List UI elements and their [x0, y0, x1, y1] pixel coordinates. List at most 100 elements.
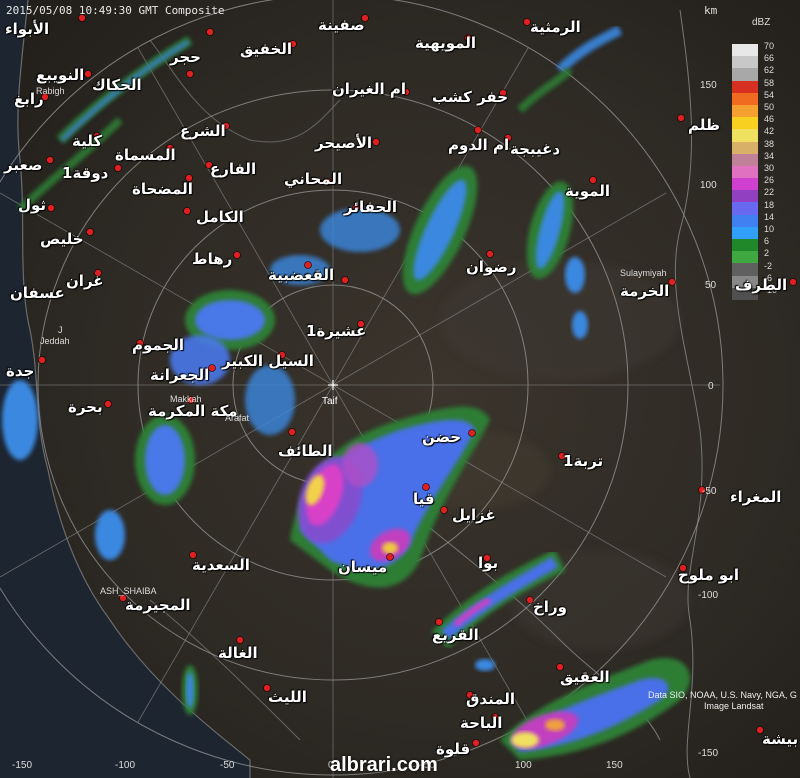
small-label-sulaymiyah: Sulaymiyah	[620, 268, 667, 278]
city-label-turaba: تربة1	[563, 452, 604, 470]
city-label-abu-malluh: ابو ملوح	[678, 566, 740, 584]
city-label-jeddah: جدة	[6, 362, 35, 380]
legend-level-label: 42	[764, 126, 775, 137]
city-label-khurma: الخرمة	[620, 282, 670, 300]
x-tick: 100	[515, 760, 532, 771]
city-label-qadhiba: القعضبية	[268, 266, 335, 284]
city-label-zalim: ظلم	[688, 116, 721, 134]
small-label-arafat: Arafat	[225, 413, 250, 423]
city-label-asyhar: الأصيحر	[315, 134, 373, 152]
legend-level-label: 54	[764, 89, 775, 100]
legend-level-label: 26	[764, 175, 775, 186]
legend-swatch	[732, 56, 758, 69]
legend-swatch	[732, 165, 758, 179]
data-credit: Data SIO, NOAA, U.S. Navy, NGA, G Image …	[648, 690, 798, 712]
city-label-ghala: الغالة	[218, 644, 258, 662]
legend-level-label: 30	[764, 163, 775, 173]
x-tick: -150	[12, 760, 33, 771]
city-label-dawqa: دوقة1	[62, 164, 109, 182]
legend-swatch	[732, 226, 758, 239]
city-label-rumaythiya: الرمثية	[530, 18, 581, 36]
city-label-fari: الفارع	[210, 160, 257, 178]
legend-level-label: 38	[764, 138, 775, 149]
legend-level-label: 14	[764, 211, 775, 222]
legend-swatch	[732, 92, 758, 105]
city-label-hafr-kashab: حفر كشب	[432, 88, 509, 106]
city-label-umm-ghiran: ام الغيران	[332, 80, 406, 98]
city-label-baha: الباحة	[460, 714, 503, 732]
legend-level-label: 70	[764, 41, 775, 51]
city-label-mandaq: المندق	[466, 690, 516, 708]
city-label-hakak: الحكاك	[92, 76, 142, 94]
legend-swatch	[732, 141, 758, 154]
city-label-sayl: السيل الكبير	[222, 352, 314, 370]
city-label-taif: الطائف	[278, 442, 333, 460]
y-tick: -150	[698, 748, 719, 759]
legend-level-label: 34	[764, 150, 775, 161]
city-label-umm-dum: ام الدوم	[448, 136, 510, 154]
city-label-hafair: الحفائر	[344, 198, 397, 216]
city-label-saabar: صعبر	[4, 156, 43, 174]
legend-swatch	[732, 44, 758, 57]
city-label-muwayhiya: المويهية	[415, 34, 476, 52]
city-label-lith: الليث	[268, 688, 307, 706]
city-label-hadn: حضن	[422, 428, 462, 446]
legend-swatch	[732, 190, 758, 203]
city-label-kulayya: كلية	[72, 132, 103, 150]
legend-level-label: 66	[764, 53, 775, 64]
city-label-dughaybija: دغيبجة	[510, 140, 561, 158]
city-label-khulays: خليص	[40, 230, 84, 248]
city-label-wirakh: وراخ	[533, 598, 567, 616]
y-tick: -50	[702, 486, 717, 497]
city-label-ushayra: عشيرة1	[306, 322, 367, 340]
city-label-ghran: غران	[66, 272, 104, 290]
timestamp-header: 2015/05/08 10:49:30 GMT Composite	[6, 4, 225, 17]
city-label-musamma: المسماة	[115, 146, 176, 164]
legend-swatch	[732, 153, 758, 166]
city-label-khufayq: الخفيق	[240, 40, 293, 58]
legend-level-label: 50	[764, 102, 775, 112]
city-label-hajar: حجر	[170, 48, 201, 66]
city-label-bawa: بوا	[478, 554, 499, 572]
legend-swatch	[732, 80, 758, 93]
city-label-kamil: الكامل	[196, 208, 244, 226]
legend-swatch	[732, 104, 758, 118]
legend-swatch	[732, 129, 758, 142]
city-label-abwa: الأبواء	[5, 20, 50, 38]
radar-base-map	[0, 0, 800, 778]
y-tick: 0	[708, 381, 714, 392]
city-label-saadiya: السعدية	[192, 556, 250, 574]
watermark: albrari.com	[330, 754, 438, 776]
dbz-legend	[732, 44, 758, 300]
small-label-jeddah: Jeddah	[40, 336, 70, 346]
x-tick: -100	[115, 760, 136, 771]
legend-swatch	[732, 202, 758, 215]
city-label-usfan: عسفان	[10, 284, 65, 302]
city-label-muwayh: الموية	[565, 182, 610, 200]
city-label-bahra: بحرة	[68, 398, 103, 416]
city-label-mujayrima: المجيرمة	[125, 596, 191, 614]
legend-swatch	[732, 214, 758, 227]
legend-swatch	[732, 68, 758, 81]
radar-map: { "header": {"timestamp": "2015/05/08 10…	[0, 0, 800, 778]
legend-level-label: 2	[764, 248, 770, 259]
y-tick: -100	[698, 590, 719, 601]
small-label-rabigh: Rabigh	[36, 86, 65, 96]
legend-swatch	[732, 117, 758, 130]
city-label-ghazayil: غزايل	[452, 506, 496, 524]
city-label-thuwal: ثول	[18, 196, 47, 214]
city-label-jumum: الجموم	[132, 336, 185, 354]
x-tick: 150	[606, 760, 623, 771]
city-label-shara: الشرع	[180, 122, 226, 140]
city-label-mudhaha: المضحاة	[132, 180, 193, 198]
legend-level-label: 62	[764, 65, 775, 76]
small-label-shaiba: ASH_SHAIBA	[100, 586, 157, 596]
legend-swatch	[732, 239, 758, 252]
unit-label: km	[704, 4, 718, 17]
credit-line-2: Image Landsat	[704, 701, 764, 711]
city-label-aqiq: العقيق	[560, 668, 610, 686]
city-label-safina: صفينة	[318, 16, 365, 34]
y-tick: 50	[705, 280, 717, 291]
city-label-qilwa: قلوة	[436, 740, 471, 758]
legend-swatch	[732, 251, 758, 264]
